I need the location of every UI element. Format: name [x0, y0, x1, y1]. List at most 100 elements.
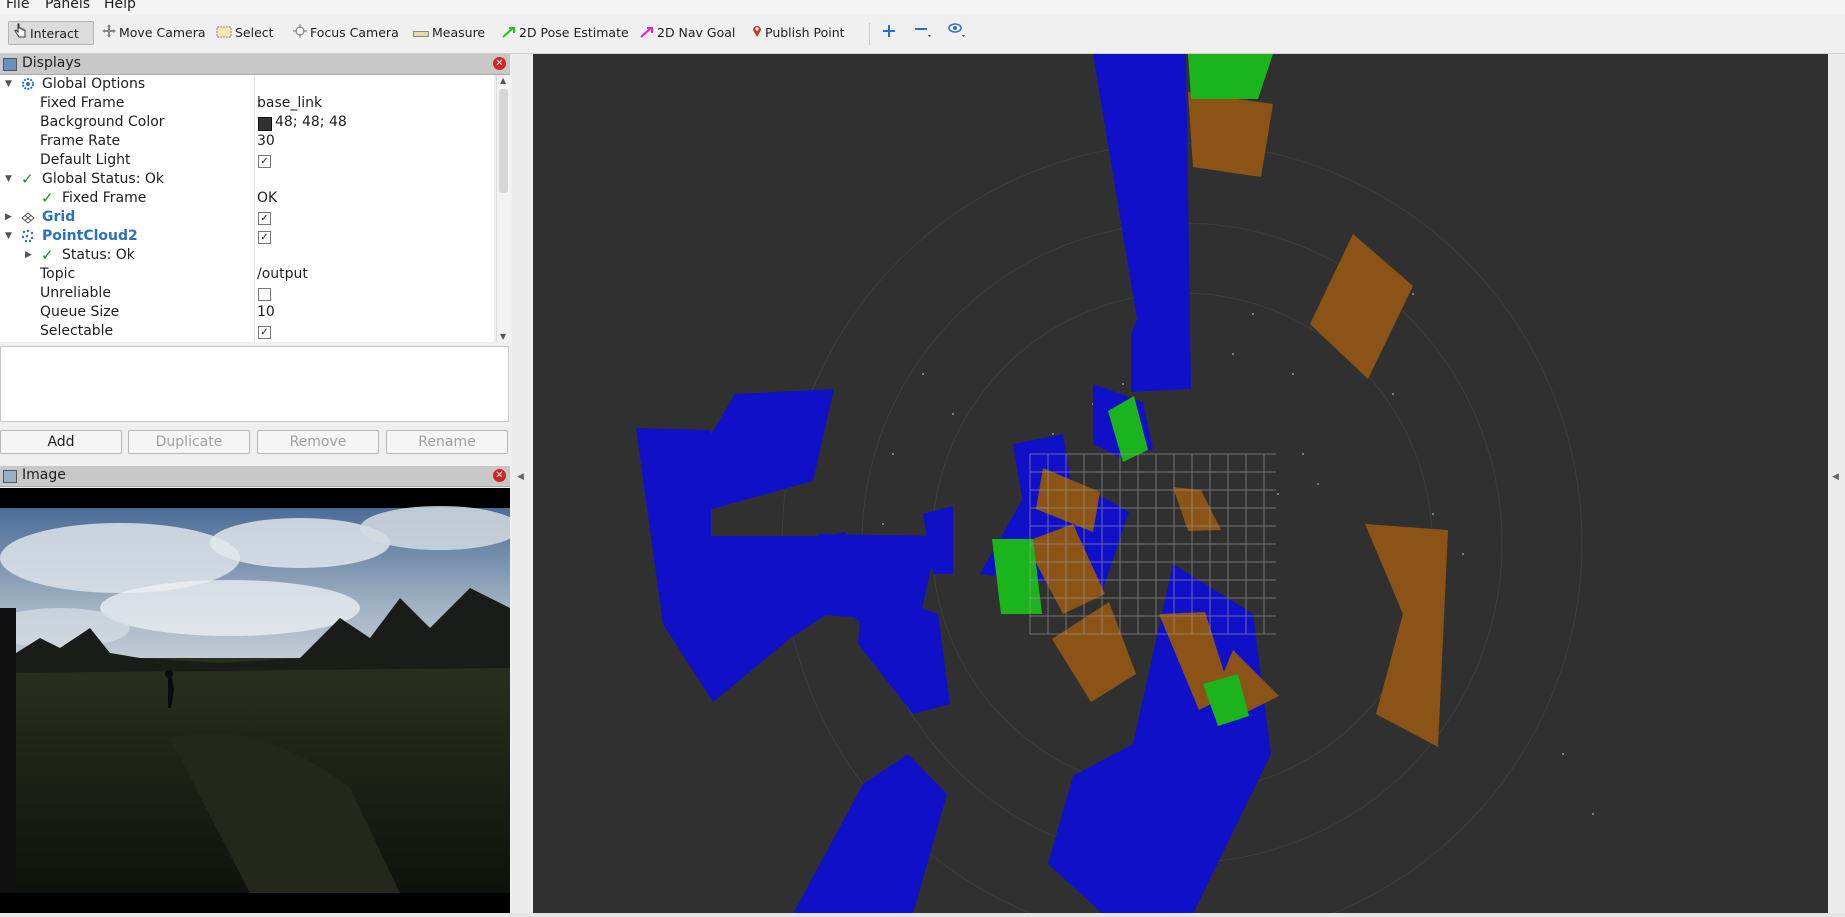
tree-label: Global Status: Ok	[42, 171, 165, 187]
frame-rate-value[interactable]: 30	[257, 132, 275, 151]
ruler-icon	[413, 22, 429, 46]
collapse-arrow-icon[interactable]: ▶	[25, 246, 32, 265]
grid-enabled-checkbox[interactable]: ✓	[258, 212, 271, 225]
expand-arrow-icon[interactable]: ▼	[5, 75, 12, 94]
toolbar-divider	[869, 23, 870, 45]
check-icon: ✓	[41, 189, 54, 207]
move-camera-label: Move Camera	[119, 25, 206, 40]
right-panel-splitter[interactable]: ◀	[1828, 54, 1845, 914]
tree-label: Background Color	[40, 114, 165, 130]
tree-row-unreliable[interactable]: Unreliable	[0, 284, 494, 303]
view-options-tool-button[interactable]	[943, 21, 974, 45]
property-description-box	[0, 346, 509, 422]
add-tool-button[interactable]	[878, 21, 903, 45]
tree-label: Status: Ok	[62, 247, 135, 263]
tree-row-grid[interactable]: ▶ Grid ✓	[0, 208, 494, 227]
collapse-right-icon[interactable]: ◀	[1832, 472, 1839, 482]
tree-row-queue-size[interactable]: Queue Size 10	[0, 303, 494, 322]
interact-label: Interact	[30, 26, 79, 41]
topic-value[interactable]: /output	[257, 265, 308, 284]
eye-icon	[947, 22, 967, 46]
color-swatch[interactable]	[258, 117, 272, 131]
check-icon: ✓	[21, 170, 34, 188]
pointcloud-enabled-checkbox[interactable]: ✓	[258, 231, 271, 244]
map-pin-icon	[752, 22, 762, 46]
remove-display-button[interactable]: Remove	[257, 430, 379, 454]
focus-camera-label: Focus Camera	[310, 25, 399, 40]
left-panel-splitter[interactable]: ◀	[512, 54, 532, 914]
queue-size-value[interactable]: 10	[257, 303, 275, 322]
main-toolbar: Interact Move Camera Select Focus Camera…	[0, 14, 1845, 54]
status-strip	[0, 913, 1845, 917]
expand-arrow-icon[interactable]: ▼	[5, 227, 12, 246]
measure-label: Measure	[432, 25, 486, 40]
tree-label: Selectable	[40, 323, 114, 339]
image-panel-title: Image	[22, 467, 66, 483]
tree-label: Default Light	[40, 152, 131, 168]
background-color-value[interactable]: 48; 48; 48	[275, 113, 347, 132]
tree-label: Queue Size	[40, 304, 120, 320]
image-panel-header: Image ✕	[0, 466, 510, 487]
plus-crosshair-icon	[882, 22, 896, 46]
3d-render-view[interactable]	[533, 54, 1828, 914]
close-displays-panel-icon[interactable]: ✕	[493, 57, 506, 70]
tree-row-default-light[interactable]: Default Light ✓	[0, 151, 494, 170]
minus-icon	[914, 22, 932, 46]
tree-label: PointCloud2	[42, 228, 138, 244]
tree-row-global-status[interactable]: ▼ ✓ Global Status: Ok	[0, 170, 494, 189]
collapse-left-icon[interactable]: ◀	[517, 472, 524, 482]
tree-label: Unreliable	[40, 285, 111, 301]
move-camera-tool-button[interactable]: Move Camera	[98, 21, 210, 45]
duplicate-display-button[interactable]: Duplicate	[128, 430, 250, 454]
select-tool-button[interactable]: Select	[212, 21, 278, 45]
monitor-icon	[3, 58, 17, 71]
menu-panels[interactable]: Panels	[45, 0, 90, 12]
tree-label: Topic	[40, 266, 76, 282]
focus-camera-tool-button[interactable]: Focus Camera	[289, 21, 403, 45]
collapse-arrow-icon[interactable]: ▶	[5, 208, 12, 227]
close-image-panel-icon[interactable]: ✕	[493, 469, 506, 482]
menu-bar: File Panels Help	[0, 0, 1845, 14]
scroll-up-icon[interactable]: ▲	[500, 76, 506, 85]
camera-image-view	[0, 488, 510, 913]
tree-label: Global Options	[42, 76, 146, 92]
check-icon: ✓	[41, 246, 54, 264]
fixed-frame-value[interactable]: base_link	[257, 94, 322, 113]
tree-label: Grid	[42, 209, 76, 225]
scroll-down-icon[interactable]: ▼	[500, 332, 506, 341]
menu-help[interactable]: Help	[104, 0, 136, 12]
tree-row-fixed-frame[interactable]: Fixed Frame base_link	[0, 94, 494, 113]
default-light-checkbox[interactable]: ✓	[258, 155, 271, 168]
tree-row-background-color[interactable]: Background Color 48; 48; 48	[0, 113, 494, 132]
displays-panel-title: Displays	[22, 55, 81, 71]
unreliable-checkbox[interactable]	[258, 288, 271, 301]
tree-row-topic[interactable]: Topic /output	[0, 265, 494, 284]
select-label: Select	[235, 25, 274, 40]
tree-row-pointcloud2[interactable]: ▼ PointCloud2 ✓	[0, 227, 494, 246]
menu-file[interactable]: File	[6, 0, 29, 12]
focus-target-icon	[293, 22, 307, 46]
tree-row-selectable[interactable]: Selectable ✓	[0, 322, 494, 341]
interact-tool-button[interactable]: Interact	[8, 21, 94, 45]
displays-tree: ▼ Global Options Fixed Frame base_link B…	[0, 75, 494, 342]
pose-estimate-tool-button[interactable]: 2D Pose Estimate	[498, 21, 633, 45]
publish-point-tool-button[interactable]: Publish Point	[748, 21, 849, 45]
tree-row-fixed-frame-status[interactable]: ✓ Fixed Frame OK	[0, 189, 494, 208]
expand-arrow-icon[interactable]: ▼	[5, 170, 12, 189]
remove-tool-button[interactable]	[910, 21, 939, 45]
displays-scrollbar[interactable]: ▲ ▼	[496, 75, 511, 342]
pose-estimate-label: 2D Pose Estimate	[519, 25, 629, 40]
tree-row-global-options[interactable]: ▼ Global Options	[0, 75, 494, 94]
fixed-frame-status-value: OK	[257, 190, 278, 206]
column-divider	[254, 75, 255, 342]
tree-label: Fixed Frame	[62, 190, 147, 206]
selectable-checkbox[interactable]: ✓	[258, 326, 271, 339]
measure-tool-button[interactable]: Measure	[409, 21, 489, 45]
add-display-button[interactable]: Add	[0, 430, 122, 454]
scrollbar-thumb[interactable]	[499, 89, 508, 193]
nav-goal-tool-button[interactable]: 2D Nav Goal	[636, 21, 739, 45]
tree-row-frame-rate[interactable]: Frame Rate 30	[0, 132, 494, 151]
rename-display-button[interactable]: Rename	[386, 430, 508, 454]
tree-label: Fixed Frame	[40, 95, 125, 111]
tree-row-status[interactable]: ▶ ✓ Status: Ok	[0, 246, 494, 265]
